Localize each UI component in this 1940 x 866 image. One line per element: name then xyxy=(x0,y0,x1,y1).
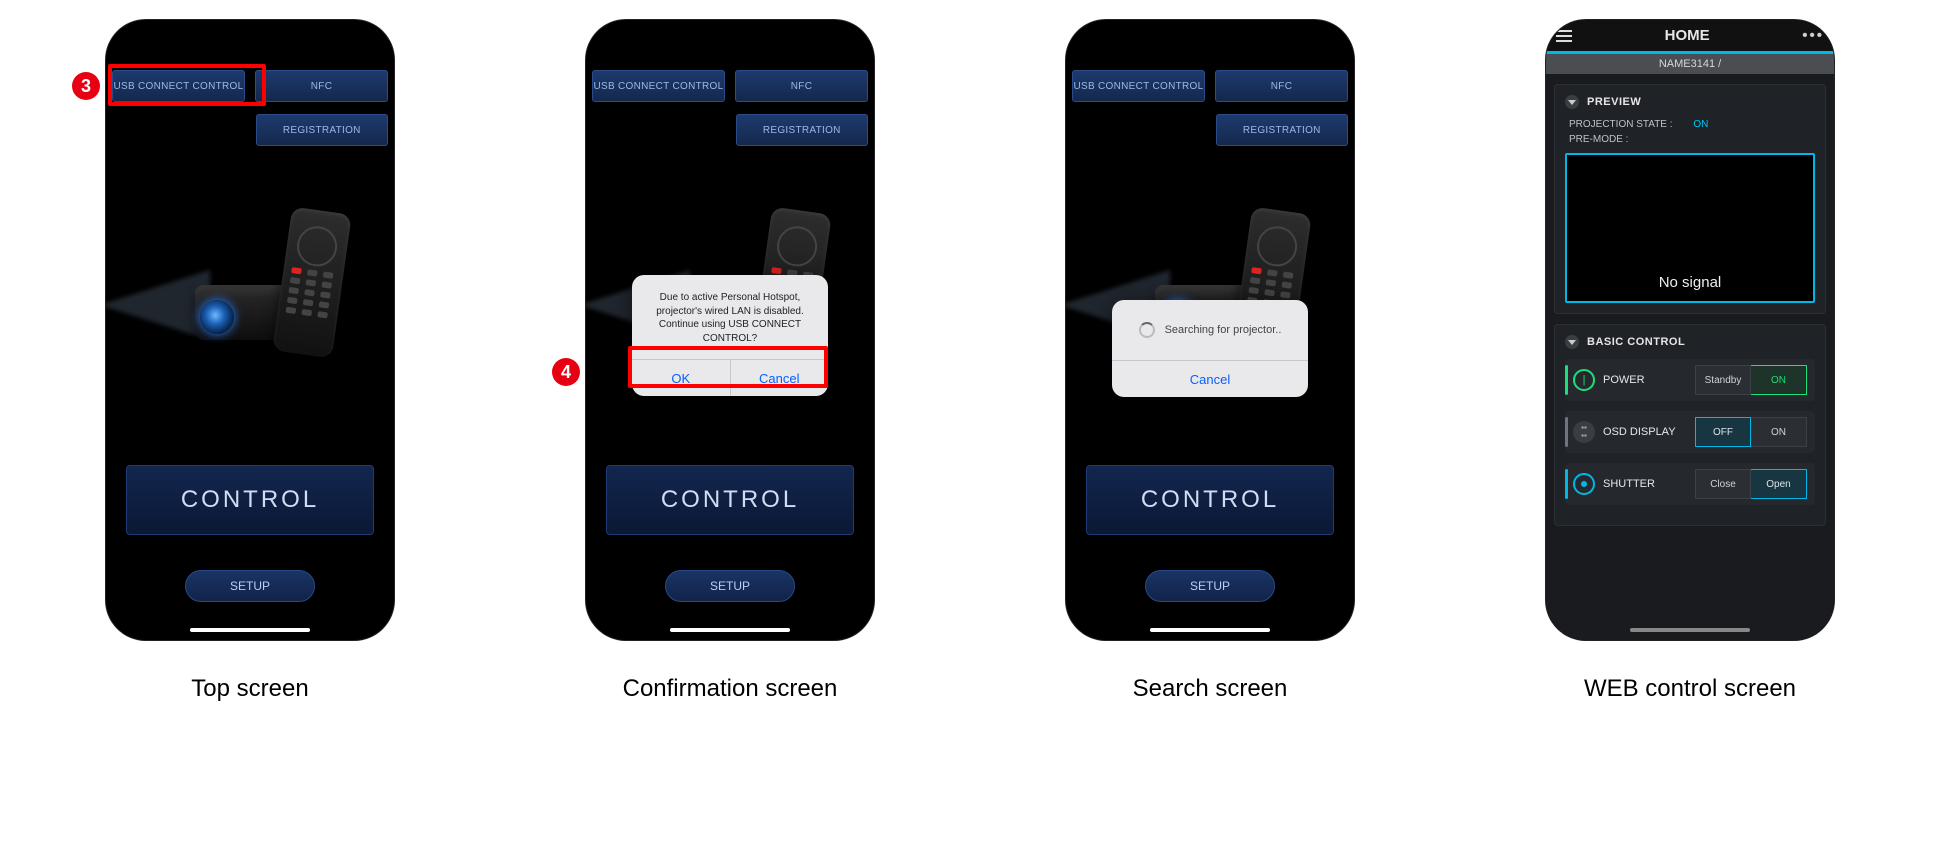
col-search-screen: USB CONNECT CONTROL NFC REGISTRATION xyxy=(1066,20,1354,703)
preview-panel: PREVIEW PROJECTION STATE : ON PRE-MODE :… xyxy=(1554,84,1826,314)
osd-off-button[interactable]: OFF xyxy=(1695,417,1751,447)
power-on-button[interactable]: ON xyxy=(1751,365,1807,395)
more-menu-icon[interactable]: ••• xyxy=(1802,27,1824,44)
device-name-bar: NAME3141 / xyxy=(1546,54,1834,74)
col-web-control-screen: HOME ••• NAME3141 / PREVIEW PROJECTION S… xyxy=(1546,20,1834,703)
projection-state-value: ON xyxy=(1693,119,1708,130)
highlight-usb-button xyxy=(108,64,266,106)
caption-search: Search screen xyxy=(1133,675,1288,703)
col-confirmation-screen: 4 USB CONNECT CONTROL NFC REGISTRATION xyxy=(586,20,874,703)
home-indicator[interactable] xyxy=(670,628,790,632)
control-button[interactable]: CONTROL xyxy=(606,465,854,535)
setup-button[interactable]: SETUP xyxy=(1145,570,1275,602)
search-cancel-button[interactable]: Cancel xyxy=(1112,361,1308,397)
registration-button[interactable]: REGISTRATION xyxy=(256,114,388,146)
caption-top: Top screen xyxy=(191,675,308,703)
power-label: POWER xyxy=(1603,374,1687,386)
registration-button[interactable]: REGISTRATION xyxy=(1216,114,1348,146)
shutter-row: SHUTTER Close Open xyxy=(1565,463,1815,505)
documentation-figure: 3 USB CONNECT CONTROL NFC REGISTRATION xyxy=(0,0,1940,866)
control-button[interactable]: CONTROL xyxy=(1086,465,1334,535)
caption-confirmation: Confirmation screen xyxy=(623,675,838,703)
registration-button[interactable]: REGISTRATION xyxy=(736,114,868,146)
power-row: | POWER Standby ON xyxy=(1565,359,1815,401)
chevron-down-icon[interactable] xyxy=(1565,335,1579,349)
nfc-button[interactable]: NFC xyxy=(735,70,868,102)
usb-connect-control-button[interactable]: USB CONNECT CONTROL xyxy=(592,70,725,102)
power-standby-button[interactable]: Standby xyxy=(1695,365,1751,395)
search-message: Searching for projector.. xyxy=(1165,323,1282,338)
osd-label: OSD DISPLAY xyxy=(1603,426,1687,438)
basic-control-title: BASIC CONTROL xyxy=(1587,336,1685,348)
projection-state-label: PROJECTION STATE : xyxy=(1569,119,1673,130)
projector-illustration xyxy=(140,210,360,380)
caption-web: WEB control screen xyxy=(1584,675,1796,703)
phone-top-screen: USB CONNECT CONTROL NFC REGISTRATION xyxy=(106,20,394,640)
shutter-label: SHUTTER xyxy=(1603,478,1687,490)
hamburger-menu-icon[interactable] xyxy=(1556,30,1572,42)
usb-connect-control-button[interactable]: USB CONNECT CONTROL xyxy=(1072,70,1205,102)
setup-button[interactable]: SETUP xyxy=(665,570,795,602)
shutter-close-button[interactable]: Close xyxy=(1695,469,1751,499)
col-top-screen: 3 USB CONNECT CONTROL NFC REGISTRATION xyxy=(106,20,394,703)
control-button[interactable]: CONTROL xyxy=(126,465,374,535)
shutter-icon xyxy=(1573,473,1595,495)
highlight-alert-buttons xyxy=(628,346,828,388)
phone-confirmation-screen: USB CONNECT CONTROL NFC REGISTRATION xyxy=(586,20,874,640)
page-title: HOME xyxy=(1665,27,1710,44)
web-header: HOME ••• xyxy=(1546,20,1834,54)
nfc-button[interactable]: NFC xyxy=(255,70,388,102)
spinner-icon xyxy=(1139,322,1155,338)
search-alert: Searching for projector.. Cancel xyxy=(1112,300,1308,397)
home-indicator[interactable] xyxy=(1150,628,1270,632)
osd-icon: ▪▪▪▪ xyxy=(1573,421,1595,443)
chevron-down-icon[interactable] xyxy=(1565,95,1579,109)
no-signal-text: No signal xyxy=(1659,274,1722,291)
nfc-button[interactable]: NFC xyxy=(1215,70,1348,102)
phone-web-control-screen: HOME ••• NAME3141 / PREVIEW PROJECTION S… xyxy=(1546,20,1834,640)
preview-box: No signal xyxy=(1565,153,1815,303)
pre-mode-label: PRE-MODE : xyxy=(1569,134,1815,145)
callout-badge-3: 3 xyxy=(72,72,100,100)
shutter-open-button[interactable]: Open xyxy=(1751,469,1807,499)
basic-control-panel: BASIC CONTROL | POWER Standby ON ▪▪▪▪ OS… xyxy=(1554,324,1826,526)
preview-title: PREVIEW xyxy=(1587,96,1641,108)
osd-row: ▪▪▪▪ OSD DISPLAY OFF ON xyxy=(1565,411,1815,453)
home-indicator[interactable] xyxy=(1630,628,1750,632)
osd-on-button[interactable]: ON xyxy=(1751,417,1807,447)
home-indicator[interactable] xyxy=(190,628,310,632)
power-icon: | xyxy=(1573,369,1595,391)
callout-badge-4: 4 xyxy=(552,358,580,386)
setup-button[interactable]: SETUP xyxy=(185,570,315,602)
phone-search-screen: USB CONNECT CONTROL NFC REGISTRATION xyxy=(1066,20,1354,640)
